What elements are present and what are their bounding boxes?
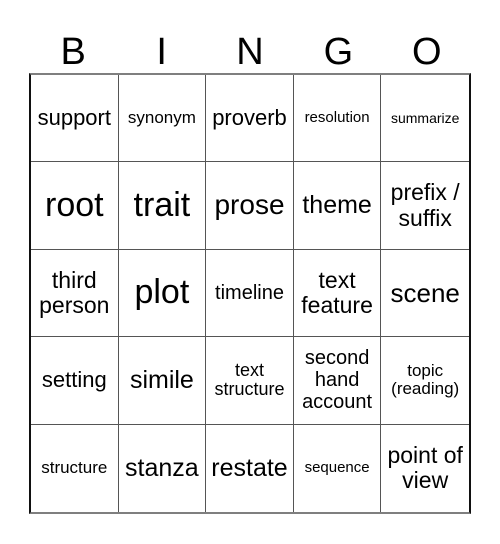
bingo-cell[interactable]: structure xyxy=(31,424,119,512)
header-letter-n: N xyxy=(236,31,264,73)
bingo-cell[interactable]: resolution xyxy=(293,75,382,163)
bingo-cell[interactable]: theme xyxy=(293,162,382,250)
bingo-cell[interactable]: setting xyxy=(31,337,119,425)
header-letter-o: O xyxy=(412,31,442,73)
header-letter-i: I xyxy=(156,31,167,73)
bingo-cell[interactable]: point of view xyxy=(381,425,469,512)
bingo-grid: support synonym proverb resolution summa… xyxy=(29,73,471,514)
bingo-cell[interactable]: synonym xyxy=(118,75,207,163)
bingo-cell[interactable]: plot xyxy=(118,249,207,338)
bingo-cell[interactable]: second hand account xyxy=(293,337,382,425)
bingo-cell[interactable]: sequence xyxy=(294,424,382,512)
bingo-cell[interactable]: scene xyxy=(381,250,469,338)
bingo-cell[interactable]: timeline xyxy=(206,249,294,338)
bingo-cell[interactable]: third person xyxy=(31,249,119,338)
header-letter-b: B xyxy=(60,31,86,73)
bingo-cell[interactable]: root xyxy=(31,162,119,250)
bingo-cell[interactable]: simile xyxy=(118,337,207,425)
bingo-cell[interactable]: prefix / suffix xyxy=(381,162,469,250)
bingo-cell[interactable]: proverb xyxy=(206,75,294,163)
bingo-cell[interactable]: summarize xyxy=(381,75,469,163)
bingo-cell[interactable]: text structure xyxy=(206,337,294,425)
bingo-header: B I N G O xyxy=(29,30,471,74)
header-letter-g: G xyxy=(323,31,354,73)
bingo-cell[interactable]: stanza xyxy=(119,424,207,512)
bingo-cell[interactable]: trait xyxy=(118,162,207,250)
bingo-cell[interactable]: topic (reading) xyxy=(381,337,469,425)
bingo-cell[interactable]: restate xyxy=(206,424,294,512)
bingo-cell[interactable]: text feature xyxy=(293,249,382,338)
bingo-cell[interactable]: prose xyxy=(206,162,294,250)
bingo-cell[interactable]: support xyxy=(31,75,119,163)
